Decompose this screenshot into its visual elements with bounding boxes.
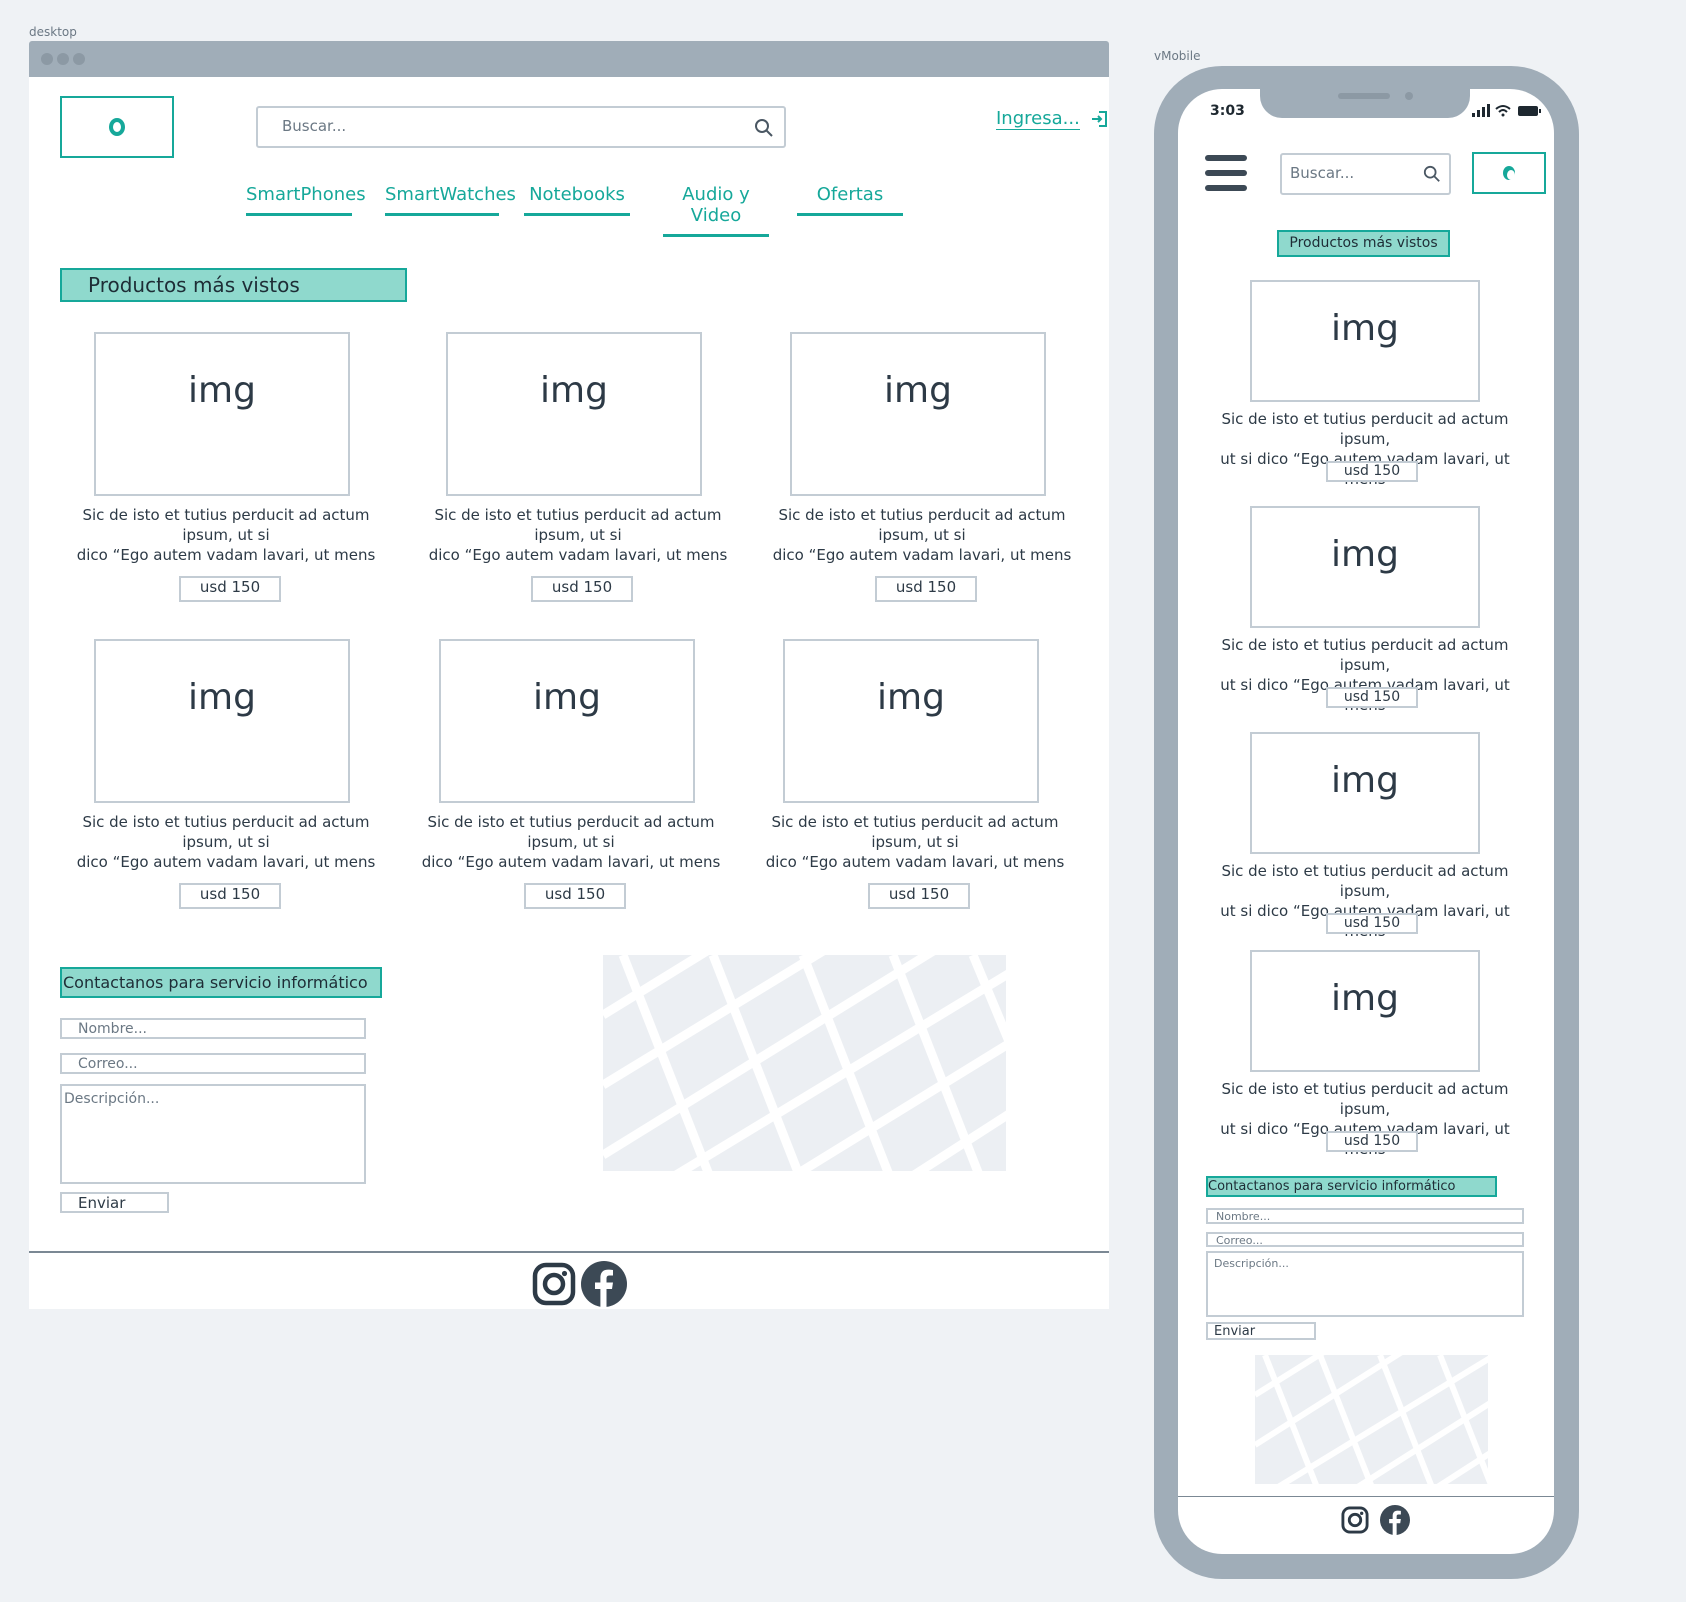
contact-section-title: Contactanos para servicio informático (60, 967, 382, 998)
description-line: Sic de isto et tutius perducit ad actum … (427, 813, 715, 851)
description-line: dico “Ego autem vadam lavari, ut mens (428, 546, 728, 564)
mobile-submit-button[interactable]: Enviar (1206, 1322, 1316, 1340)
product-image[interactable]: img (94, 639, 350, 803)
instagram-icon[interactable] (1341, 1506, 1369, 1534)
description-line: Sic de isto et tutius perducit ad actum … (82, 813, 370, 851)
brand-logo[interactable] (60, 96, 174, 158)
window-dot (73, 53, 85, 65)
name-field[interactable]: Nombre... (60, 1018, 366, 1039)
description-line: dico “Ego autem vadam lavari, ut mens (76, 853, 376, 871)
product-description: Sic de isto et tutius perducit ad actum … (60, 812, 392, 872)
product-image[interactable]: img (783, 639, 1039, 803)
nav-smartphones[interactable]: SmartPhones (246, 184, 366, 216)
description-line: Sic de isto et tutius perducit ad actum … (1221, 1080, 1509, 1118)
product-price: usd 150 (524, 883, 626, 909)
product-price: usd 150 (1326, 461, 1418, 482)
phone-notch (1260, 82, 1470, 118)
mobile-frame-label: vMobile (1154, 49, 1201, 63)
description-line: dico “Ego autem vadam lavari, ut mens (772, 546, 1072, 564)
search-input[interactable]: Buscar... (282, 117, 346, 135)
product-price: usd 150 (1326, 1131, 1418, 1152)
products-section-title: Productos más vistos (60, 268, 407, 302)
product-description: Sic de isto et tutius perducit ad actum … (405, 812, 737, 872)
description-line: Sic de isto et tutius perducit ad actum … (771, 813, 1059, 851)
description-line: Sic de isto et tutius perducit ad actum … (1221, 636, 1509, 674)
mobile-footer-divider (1178, 1496, 1554, 1497)
product-image[interactable]: img (790, 332, 1046, 496)
product-price: usd 150 (531, 576, 633, 602)
product-image[interactable]: img (439, 639, 695, 803)
product-description: Sic de isto et tutius perducit ad actum … (412, 505, 744, 565)
login-label[interactable]: Ingresa... (996, 108, 1080, 130)
mobile-products-title: Productos más vistos (1277, 230, 1450, 257)
facebook-icon[interactable] (581, 1261, 627, 1307)
footer-divider (29, 1251, 1109, 1253)
product-image[interactable]: img (1250, 950, 1480, 1072)
product-price: usd 150 (1326, 913, 1418, 934)
login-icon[interactable] (1090, 110, 1108, 128)
description-line: Sic de isto et tutius perducit ad actum … (82, 506, 370, 544)
desktop-frame-label: desktop (29, 25, 77, 39)
description-line: Sic de isto et tutius perducit ad actum … (434, 506, 722, 544)
submit-button[interactable]: Enviar (60, 1192, 169, 1213)
description-line: dico “Ego autem vadam lavari, ut mens (765, 853, 1065, 871)
mobile-description-textarea[interactable]: Descripción... (1206, 1251, 1524, 1317)
mobile-contact-title: Contactanos para servicio informático (1206, 1176, 1497, 1197)
status-time: 3:03 (1210, 103, 1245, 119)
window-titlebar (29, 41, 1109, 77)
mobile-map[interactable] (1255, 1355, 1488, 1484)
description-line: Sic de isto et tutius perducit ad actum … (778, 506, 1066, 544)
nav-ofertas[interactable]: Ofertas (797, 184, 903, 216)
facebook-icon[interactable] (1380, 1505, 1410, 1535)
product-price: usd 150 (875, 576, 977, 602)
search-bar[interactable]: Buscar... (256, 106, 786, 148)
window-dot (41, 53, 53, 65)
mobile-brand-logo[interactable] (1472, 152, 1546, 194)
hamburger-menu-icon[interactable] (1205, 155, 1247, 191)
phone-camera (1405, 92, 1413, 100)
email-field[interactable]: Correo... (60, 1053, 366, 1074)
product-description: Sic de isto et tutius perducit ad actum … (756, 505, 1088, 565)
map-streets (1255, 1355, 1488, 1484)
product-price: usd 150 (1326, 687, 1418, 708)
search-icon[interactable] (1423, 165, 1441, 183)
mobile-email-field[interactable]: Correo... (1206, 1232, 1524, 1247)
search-icon[interactable] (754, 118, 774, 138)
login-link[interactable]: Ingresa... (996, 108, 1108, 130)
description-textarea[interactable]: Descripción... (60, 1084, 366, 1184)
map-streets (603, 955, 1006, 1171)
product-price: usd 150 (868, 883, 970, 909)
nav-smartwatches[interactable]: SmartWatches (385, 184, 516, 216)
nav-notebooks[interactable]: Notebooks (524, 184, 630, 216)
mobile-name-field[interactable]: Nombre... (1206, 1208, 1524, 1224)
description-line: dico “Ego autem vadam lavari, ut mens (76, 546, 376, 564)
product-image[interactable]: img (1250, 280, 1480, 402)
logo-icon (1503, 166, 1515, 180)
description-line: Sic de isto et tutius perducit ad actum … (1221, 410, 1509, 448)
product-image[interactable]: img (94, 332, 350, 496)
product-description: Sic de isto et tutius perducit ad actum … (749, 812, 1081, 872)
product-image[interactable]: img (1250, 506, 1480, 628)
description-line: dico “Ego autem vadam lavari, ut mens (421, 853, 721, 871)
product-price: usd 150 (179, 883, 281, 909)
status-icons (1472, 104, 1541, 117)
description-line: Sic de isto et tutius perducit ad actum … (1221, 862, 1509, 900)
map[interactable] (603, 955, 1006, 1171)
mobile-search-bar[interactable]: Buscar... (1280, 153, 1451, 195)
product-price: usd 150 (179, 576, 281, 602)
logo-icon (109, 118, 125, 136)
product-image[interactable]: img (446, 332, 702, 496)
window-dot (57, 53, 69, 65)
mobile-search-input[interactable]: Buscar... (1290, 164, 1354, 182)
product-description: Sic de isto et tutius perducit ad actum … (60, 505, 392, 565)
instagram-icon[interactable] (532, 1262, 576, 1306)
nav-audio-video[interactable]: Audio y Video (663, 184, 769, 237)
product-image[interactable]: img (1250, 732, 1480, 854)
phone-speaker (1338, 93, 1390, 99)
